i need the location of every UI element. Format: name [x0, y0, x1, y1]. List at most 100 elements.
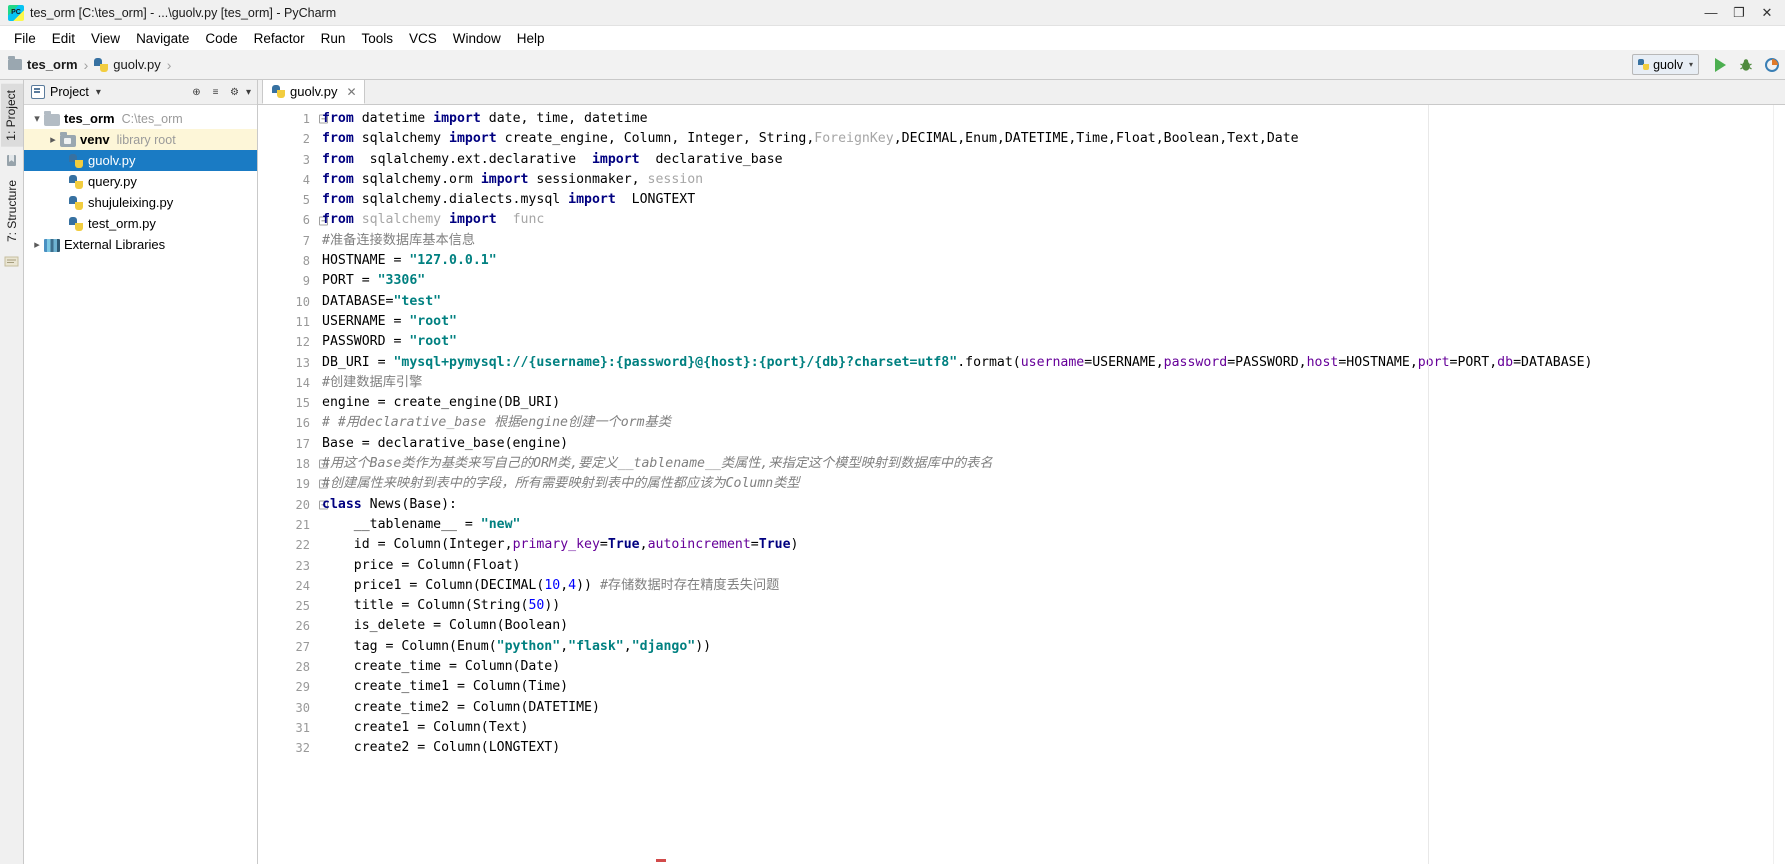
- line-number: 10: [295, 294, 310, 309]
- close-icon[interactable]: ✕: [346, 86, 356, 98]
- line-number: 22: [295, 538, 310, 553]
- code-line-32: create2 = Column(LONGTEXT): [322, 740, 561, 756]
- python-file-icon: [94, 57, 109, 72]
- code-line-20: class News(Base):: [322, 496, 457, 512]
- code-line-9: PORT = "3306": [322, 273, 426, 289]
- line-number: 29: [295, 680, 310, 695]
- line-number: 32: [295, 741, 310, 756]
- chevron-down-icon[interactable]: [30, 112, 44, 125]
- gear-icon[interactable]: ⚙: [225, 83, 244, 102]
- breadcrumb-separator: ›: [83, 56, 89, 73]
- chevron-right-icon[interactable]: [30, 238, 44, 251]
- left-tool-strip: 1: Project 7: Structure: [0, 80, 24, 864]
- breadcrumb-separator-end: ›: [166, 56, 172, 73]
- code-line-19: #创建属性来映射到表中的字段，所有需要映射到表中的属性都应该为Column类型: [322, 476, 800, 492]
- menu-run[interactable]: Run: [313, 28, 354, 49]
- code-line-16: # #用declarative_base 根据engine创建一个orm基类: [322, 415, 671, 431]
- favorites-icon[interactable]: [4, 153, 19, 168]
- project-panel-title: Project: [50, 85, 89, 99]
- code-line-24: price1 = Column(DECIMAL(10,4)) #存储数据时存在精…: [322, 577, 780, 593]
- python-config-icon: [1638, 59, 1650, 70]
- menu-help[interactable]: Help: [509, 28, 553, 49]
- line-number: 13: [295, 355, 310, 370]
- menu-window[interactable]: Window: [445, 28, 509, 49]
- todo-icon[interactable]: [4, 254, 19, 269]
- menu-edit[interactable]: Edit: [44, 28, 83, 49]
- menu-vcs[interactable]: VCS: [401, 28, 445, 49]
- tree-label-tes_orm: tes_orm: [64, 111, 115, 126]
- run-with-coverage-button[interactable]: [1759, 53, 1785, 77]
- breadcrumb-item-file[interactable]: guolv.py: [94, 57, 161, 72]
- line-number: 31: [295, 720, 310, 735]
- locate-file-icon[interactable]: ⊕: [187, 83, 206, 102]
- code-line-12: PASSWORD = "root": [322, 334, 457, 350]
- project-panel-header: Project ▾ ⊕ ≡ ⚙ ▾: [24, 80, 257, 105]
- line-number: 4: [302, 172, 310, 187]
- tree-meta-tes_orm: C:\tes_orm: [121, 111, 183, 126]
- tree-label-guolv-py: guolv.py: [88, 153, 136, 168]
- gear-chevron-icon[interactable]: ▾: [244, 83, 253, 102]
- line-number: 28: [295, 660, 310, 675]
- code-line-5: from sqlalchemy.dialects.mysql import LO…: [322, 192, 696, 208]
- play-icon: [1714, 57, 1726, 72]
- project-tool-window: Project ▾ ⊕ ≡ ⚙ ▾ tes_orm C:\tes_orm ven…: [24, 80, 258, 864]
- caret-indicator: [656, 859, 666, 862]
- code-line-27: tag = Column(Enum("python","flask","djan…: [322, 638, 712, 654]
- tool-tab-structure[interactable]: 7: Structure: [2, 174, 22, 248]
- venv-folder-icon: [60, 131, 76, 147]
- tree-label-test_orm-py: test_orm.py: [88, 216, 156, 231]
- line-number: 6−: [258, 210, 328, 230]
- line-number-gutter[interactable]: 1− 2 3 4 5 6− 7 8 9 10 11 12 13 14 15 16…: [258, 105, 328, 864]
- tree-item-test_orm-py[interactable]: test_orm.py: [24, 213, 257, 234]
- tree-item-query-py[interactable]: query.py: [24, 171, 257, 192]
- line-number: 15: [295, 396, 310, 411]
- menu-navigate[interactable]: Navigate: [128, 28, 197, 49]
- menu-code[interactable]: Code: [197, 28, 245, 49]
- marker-gutter[interactable]: [1773, 105, 1785, 864]
- tree-item-external-libraries[interactable]: External Libraries: [24, 234, 257, 255]
- tree-item-tes_orm[interactable]: tes_orm C:\tes_orm: [24, 108, 257, 129]
- editor-tab-guolv-py[interactable]: guolv.py ✕: [262, 79, 365, 104]
- tree-item-venv[interactable]: venv library root: [24, 129, 257, 150]
- close-button[interactable]: ✕: [1753, 2, 1781, 24]
- line-number: 7: [302, 233, 310, 248]
- window-title: tes_orm [C:\tes_orm] - ...\guolv.py [tes…: [30, 5, 337, 20]
- code-line-10: DATABASE="test": [322, 293, 442, 309]
- tree-item-shujuleixing-py[interactable]: shujuleixing.py: [24, 192, 257, 213]
- menu-view[interactable]: View: [83, 28, 128, 49]
- chevron-right-icon[interactable]: [46, 133, 60, 146]
- line-number: 20−: [258, 495, 328, 515]
- code-line-3: from sqlalchemy.ext.declarative import d…: [322, 151, 783, 167]
- python-file-icon: [68, 174, 84, 190]
- code-line-2: from sqlalchemy import create_engine, Co…: [322, 131, 1299, 147]
- pycharm-icon: [8, 4, 24, 21]
- project-view-chevron-icon[interactable]: ▾: [89, 83, 108, 102]
- code-line-28: create_time = Column(Date): [322, 659, 561, 675]
- chevron-down-icon: ▾: [1688, 60, 1693, 69]
- menu-tools[interactable]: Tools: [353, 28, 401, 49]
- line-number: 12: [295, 335, 310, 350]
- code-line-21: __tablename__ = "new": [322, 516, 521, 532]
- breadcrumb-label-file: guolv.py: [113, 57, 161, 72]
- run-configuration-selector[interactable]: guolv ▾: [1632, 54, 1699, 75]
- code-line-7: #准备连接数据库基本信息: [322, 232, 476, 248]
- code-line-15: engine = create_engine(DB_URI): [322, 395, 561, 411]
- minimize-button[interactable]: —: [1697, 2, 1725, 24]
- debug-button[interactable]: [1733, 53, 1759, 77]
- menu-refactor[interactable]: Refactor: [246, 28, 313, 49]
- line-number: 1−: [258, 109, 328, 129]
- breadcrumb-item-project[interactable]: tes_orm: [8, 56, 78, 72]
- tree-item-guolv-py[interactable]: guolv.py: [24, 150, 257, 171]
- code-line-31: create1 = Column(Text): [322, 719, 529, 735]
- line-number: 3: [302, 152, 310, 167]
- code-content[interactable]: from datetime import date, time, datetim…: [316, 105, 1773, 864]
- line-number: 9: [302, 274, 310, 289]
- maximize-button[interactable]: ❐: [1725, 2, 1753, 24]
- run-button[interactable]: [1707, 53, 1733, 77]
- code-line-8: HOSTNAME = "127.0.0.1": [322, 253, 497, 269]
- collapse-all-icon[interactable]: ≡: [206, 83, 225, 102]
- line-number: 24: [295, 578, 310, 593]
- code-line-29: create_time1 = Column(Time): [322, 679, 569, 695]
- menu-file[interactable]: File: [6, 28, 44, 49]
- tool-tab-project[interactable]: 1: Project: [0, 84, 23, 147]
